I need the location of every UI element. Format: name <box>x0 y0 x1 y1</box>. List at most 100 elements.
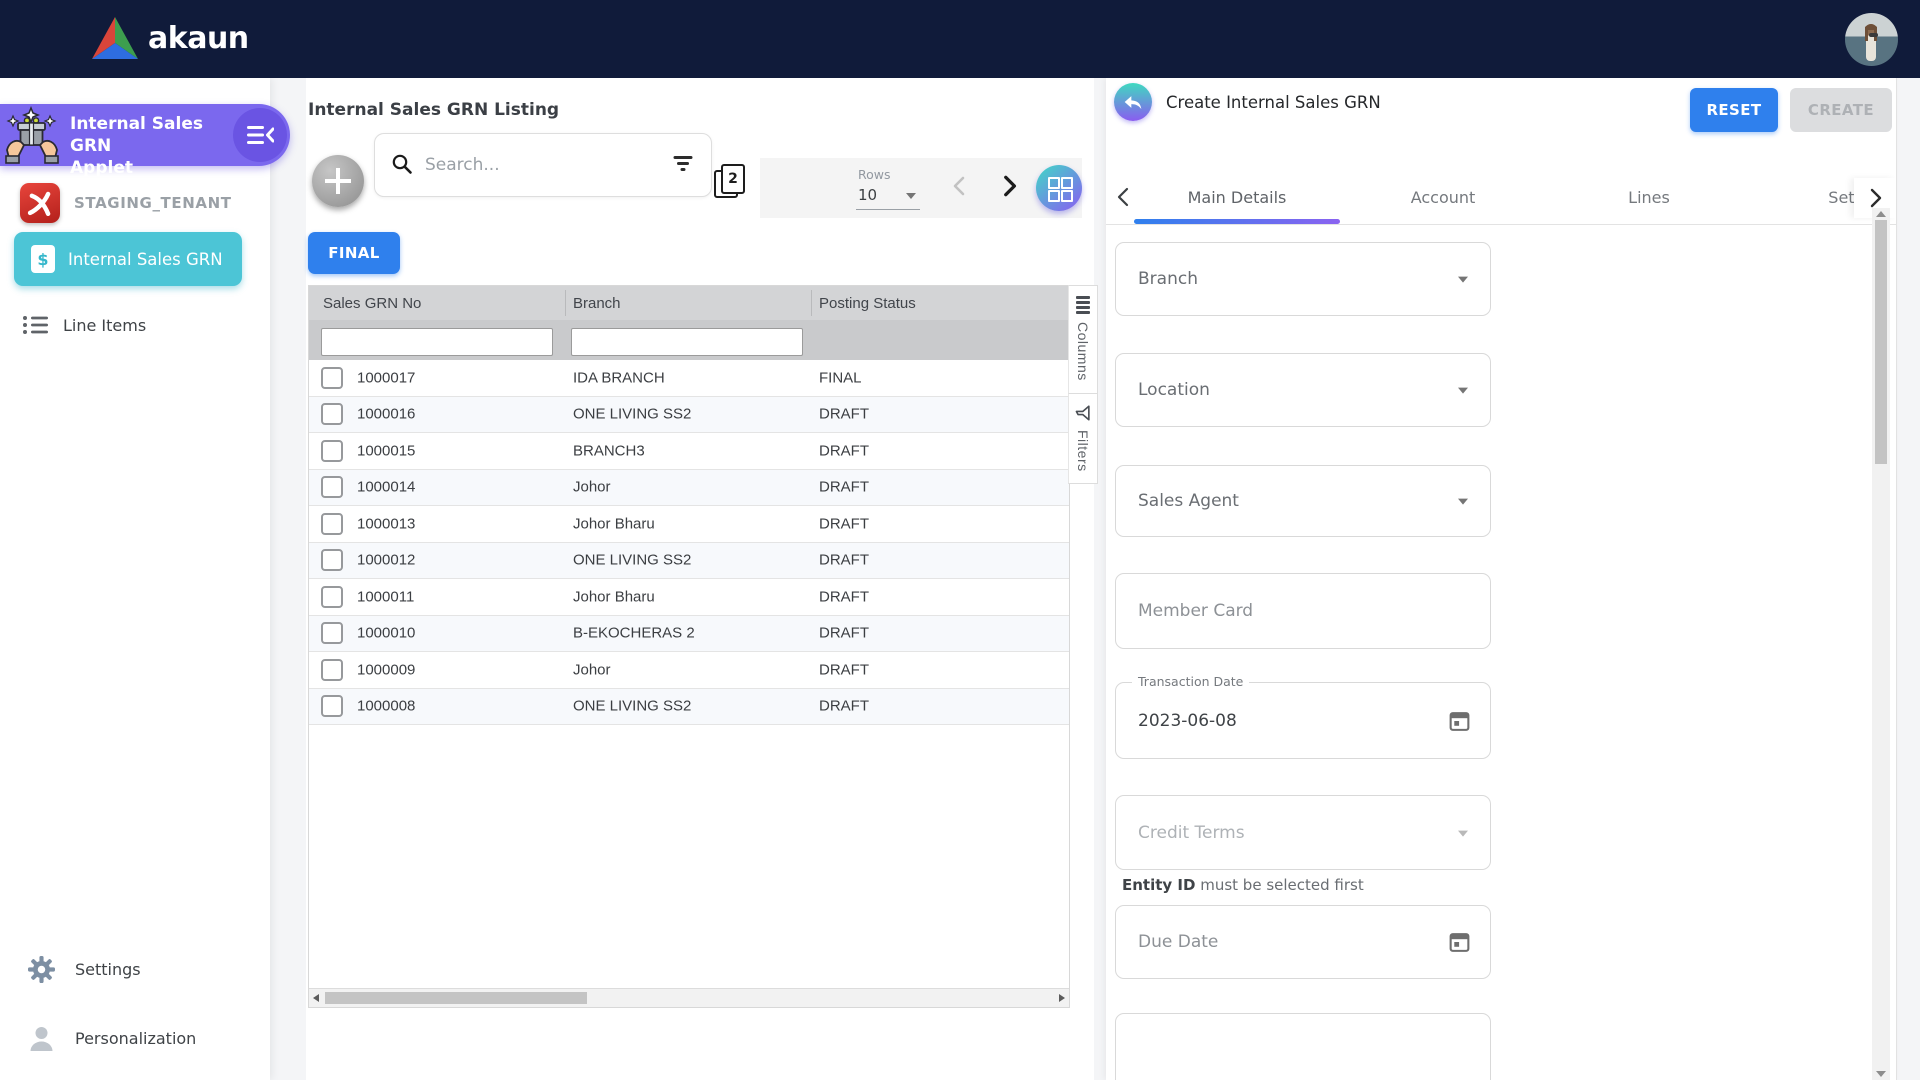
previous-page-button[interactable] <box>948 174 972 198</box>
filters-tab[interactable]: Filters <box>1068 393 1098 485</box>
branch-label: Branch <box>1138 269 1198 289</box>
table-row[interactable]: 1000011 Johor Bharu DRAFT <box>309 579 1069 616</box>
sidebar-item-internal-sales-grn[interactable]: $ Internal Sales GRN <box>14 232 242 286</box>
document-dollar-icon: $ <box>31 245 55 273</box>
applet-banner[interactable]: Internal Sales GRN Applet <box>0 104 290 178</box>
filter-input-sales-grn-no[interactable] <box>321 328 553 356</box>
sidebar-item-label: Internal Sales GRN <box>68 249 223 269</box>
calendar-icon[interactable] <box>1447 708 1472 733</box>
table-row[interactable]: 1000009 Johor DRAFT <box>309 652 1069 689</box>
cell-posting-status: FINAL <box>819 369 862 387</box>
scrollbar-thumb[interactable] <box>1875 220 1887 464</box>
columns-tab-label: Columns <box>1075 321 1091 381</box>
tabs-scroll-left-button[interactable] <box>1114 186 1134 208</box>
table-row[interactable]: 1000017 IDA BRANCH FINAL <box>309 360 1069 397</box>
row-checkbox[interactable] <box>321 585 343 608</box>
cell-posting-status: DRAFT <box>819 405 869 423</box>
row-checkbox[interactable] <box>321 622 343 645</box>
data-table: Sales GRN No Branch Posting Status 10000… <box>308 285 1070 1008</box>
column-divider <box>811 290 812 316</box>
column-header-branch[interactable]: Branch <box>573 295 621 312</box>
scroll-left-arrow[interactable] <box>313 994 319 1002</box>
tenant-row[interactable]: STAGING_TENANT <box>20 183 232 223</box>
table-row[interactable]: 1000016 ONE LIVING SS2 DRAFT <box>309 396 1069 433</box>
credit-terms-dropdown[interactable]: Credit Terms <box>1115 795 1491 870</box>
row-checkbox[interactable] <box>321 549 343 572</box>
branch-dropdown[interactable]: Branch <box>1115 242 1491 316</box>
row-checkbox[interactable] <box>321 512 343 535</box>
table-row[interactable]: 1000012 ONE LIVING SS2 DRAFT <box>309 542 1069 579</box>
vertical-scrollbar[interactable] <box>1872 208 1890 1080</box>
sidebar-item-label: Personalization <box>75 1029 197 1048</box>
cell-sales-grn-no: 1000012 <box>357 551 416 569</box>
sales-agent-dropdown[interactable]: Sales Agent <box>1115 465 1491 537</box>
create-button[interactable]: CREATE <box>1790 88 1892 132</box>
final-filter-button[interactable]: FINAL <box>308 232 400 274</box>
scrollbar-thumb[interactable] <box>325 992 587 1004</box>
due-date-field[interactable]: Due Date <box>1115 905 1491 979</box>
tabs-divider <box>1106 224 1896 225</box>
filter-list-icon[interactable] <box>673 156 693 172</box>
table-row[interactable]: 1000008 ONE LIVING SS2 DRAFT <box>309 688 1069 725</box>
rows-per-page-value: 10 <box>858 186 878 204</box>
table-row[interactable]: 1000010 B-EKOCHERAS 2 DRAFT <box>309 615 1069 652</box>
horizontal-scrollbar[interactable] <box>309 988 1069 1007</box>
reset-button[interactable]: RESET <box>1690 88 1778 132</box>
pages-icon[interactable]: 2 <box>714 164 748 198</box>
scroll-down-arrow[interactable] <box>1876 1071 1886 1077</box>
partial-field[interactable] <box>1115 1013 1491 1080</box>
tab-lines[interactable]: Lines <box>1546 170 1752 224</box>
sales-agent-label: Sales Agent <box>1138 491 1239 511</box>
table-row[interactable]: 1000013 Johor Bharu DRAFT <box>309 506 1069 543</box>
table-row[interactable]: 1000014 Johor DRAFT <box>309 469 1069 506</box>
table-header-row[interactable]: Sales GRN No Branch Posting Status <box>309 286 1069 320</box>
row-checkbox[interactable] <box>321 695 343 718</box>
location-dropdown[interactable]: Location <box>1115 353 1491 427</box>
member-card-field[interactable]: Member Card <box>1115 573 1491 649</box>
tab-account[interactable]: Account <box>1340 170 1546 224</box>
search-icon <box>392 154 412 174</box>
column-header-posting-status[interactable]: Posting Status <box>819 295 916 312</box>
cell-branch: ONE LIVING SS2 <box>573 405 692 423</box>
scroll-right-arrow[interactable] <box>1059 994 1065 1002</box>
table-row[interactable]: 1000015 BRANCH3 DRAFT <box>309 433 1069 470</box>
person-icon <box>30 1027 53 1051</box>
scroll-up-arrow[interactable] <box>1876 211 1886 217</box>
sidebar-item-personalization[interactable]: Personalization <box>28 1025 196 1052</box>
grid-view-button[interactable] <box>1036 165 1082 211</box>
row-checkbox[interactable] <box>321 366 343 389</box>
tab-settlement[interactable]: Settler <box>1752 170 1858 224</box>
row-checkbox[interactable] <box>321 658 343 681</box>
user-avatar[interactable] <box>1845 13 1898 66</box>
app-screen: akaun Internal Sales GRN Applet STAGING_… <box>0 0 1920 1080</box>
akaun-logo[interactable]: akaun <box>92 17 249 59</box>
column-header-sales-grn-no[interactable]: Sales GRN No <box>323 295 421 312</box>
sidebar-item-settings[interactable]: Settings <box>28 956 141 983</box>
location-label: Location <box>1138 380 1210 400</box>
search-box <box>374 133 712 197</box>
row-checkbox[interactable] <box>321 476 343 499</box>
rows-per-page-select[interactable]: 10 <box>856 185 920 210</box>
collapse-sidebar-button[interactable] <box>233 108 287 162</box>
transaction-date-field[interactable]: Transaction Date 2023-06-08 <box>1115 674 1491 759</box>
search-input[interactable] <box>423 148 647 182</box>
calendar-icon[interactable] <box>1447 930 1472 955</box>
gift-hands-icon <box>5 106 59 164</box>
cell-posting-status: DRAFT <box>819 551 869 569</box>
chevron-right-icon <box>1870 188 1882 208</box>
add-button[interactable] <box>312 155 364 207</box>
akaun-triangle-icon <box>92 17 138 59</box>
sidebar-item-line-items[interactable]: Line Items <box>22 314 146 336</box>
tab-main-details[interactable]: Main Details <box>1134 170 1340 224</box>
cell-branch: ONE LIVING SS2 <box>573 697 692 715</box>
columns-tab[interactable]: Columns <box>1068 285 1098 394</box>
create-panel-title: Create Internal Sales GRN <box>1166 93 1381 112</box>
row-checkbox[interactable] <box>321 403 343 426</box>
row-checkbox[interactable] <box>321 439 343 462</box>
cell-posting-status: DRAFT <box>819 624 869 642</box>
filter-input-branch[interactable] <box>571 328 803 356</box>
back-button[interactable] <box>1114 83 1152 121</box>
next-page-button[interactable] <box>996 173 1022 199</box>
columns-icon <box>1076 296 1090 314</box>
chevron-down-icon <box>906 193 916 199</box>
